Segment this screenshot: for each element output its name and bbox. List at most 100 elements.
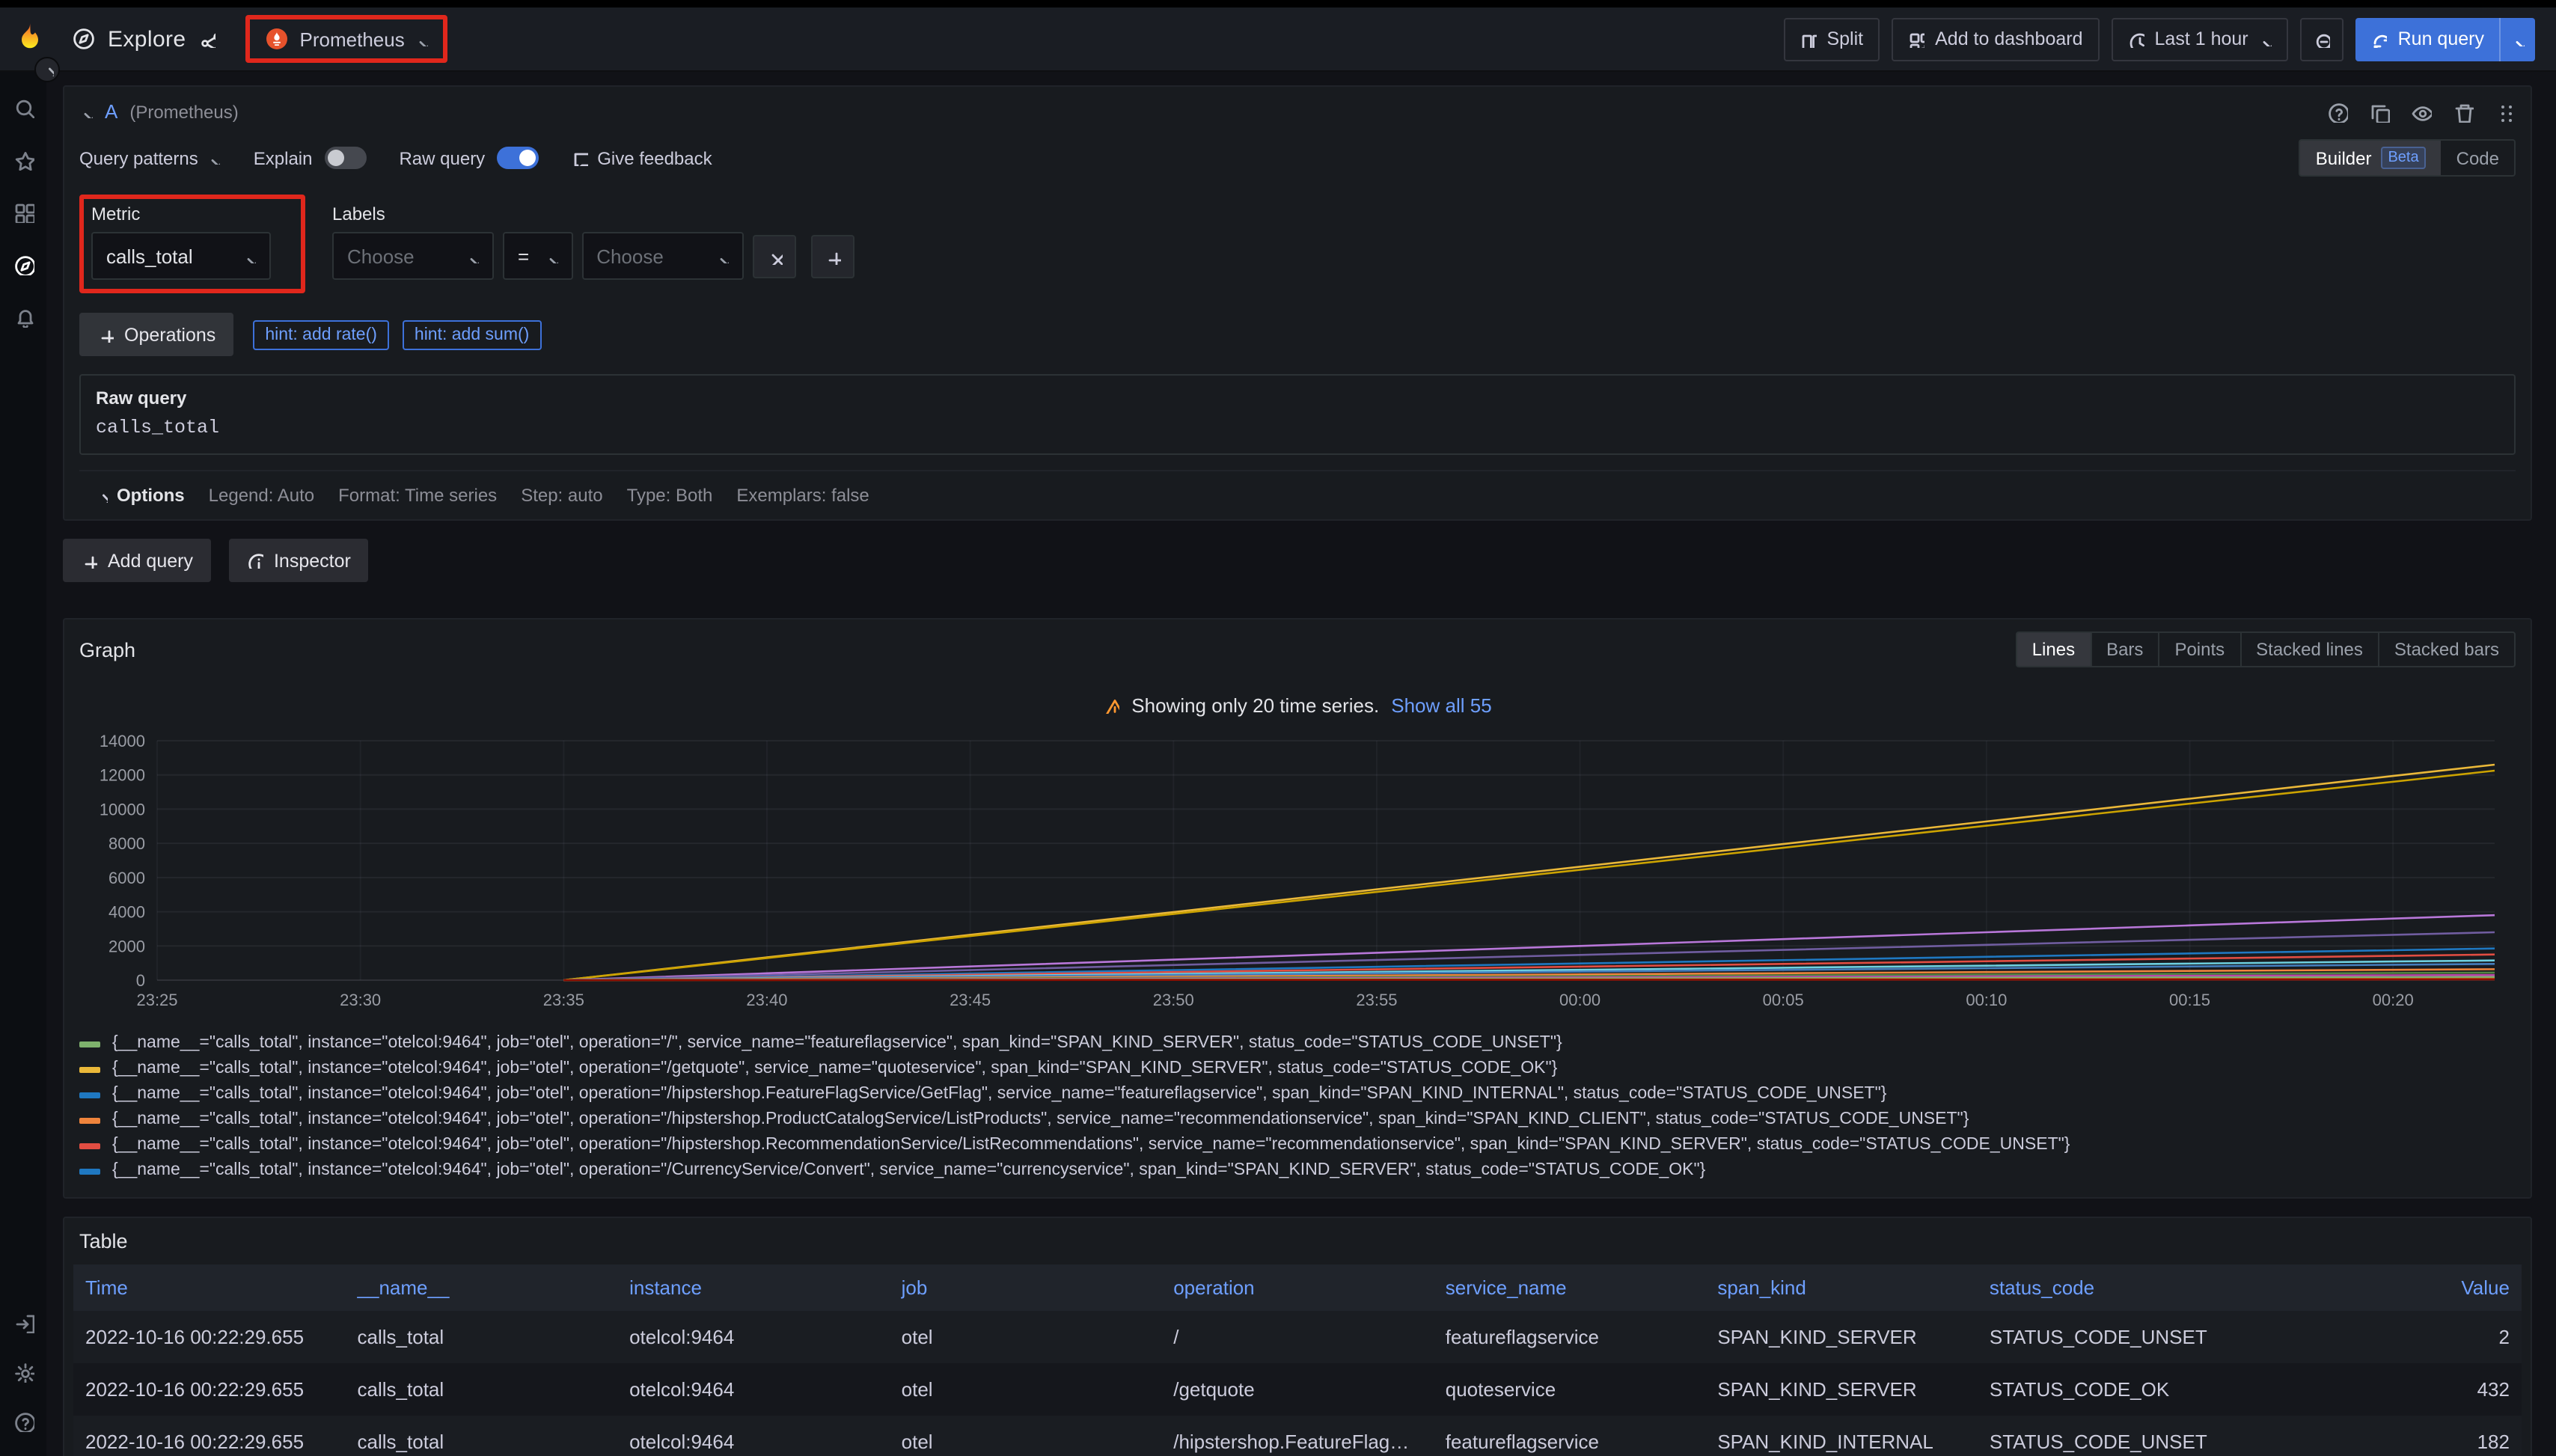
sidebar-item-explore[interactable] bbox=[13, 254, 34, 275]
code-mode-button[interactable]: Code bbox=[2442, 141, 2514, 175]
table-cell: 2022-10-16 00:22:29.655 bbox=[73, 1311, 346, 1363]
sidebar-item-configuration[interactable] bbox=[13, 1362, 34, 1383]
graph-mode-lines[interactable]: Lines bbox=[2017, 633, 2090, 666]
sidebar-item-alerting[interactable] bbox=[13, 307, 34, 328]
add-query-button[interactable]: Add query bbox=[63, 539, 211, 582]
legend-item[interactable]: {__name__="calls_total", instance="otelc… bbox=[79, 1160, 2516, 1182]
series-line bbox=[563, 979, 2495, 980]
run-query-dropdown[interactable] bbox=[2499, 17, 2535, 61]
graph-mode-points[interactable]: Points bbox=[2158, 633, 2239, 666]
table-column-header[interactable]: operation bbox=[1161, 1264, 1434, 1311]
table-row: 2022-10-16 00:22:29.655calls_totalotelco… bbox=[73, 1311, 2522, 1363]
collapse-chevron-icon[interactable] bbox=[79, 105, 93, 118]
time-range-picker[interactable]: Last 1 hour bbox=[2112, 17, 2289, 61]
builder-mode-button[interactable]: Builder Beta bbox=[2301, 141, 2442, 175]
drag-handle[interactable] bbox=[2495, 101, 2516, 122]
grafana-logo[interactable] bbox=[12, 21, 48, 57]
raw-query-toggle-group: Raw query bbox=[399, 147, 539, 169]
sync-icon bbox=[2371, 31, 2388, 47]
legend-item[interactable]: {__name__="calls_total", instance="otelc… bbox=[79, 1033, 2516, 1055]
metric-select[interactable]: calls_total bbox=[91, 232, 271, 280]
remove-query-button[interactable] bbox=[2453, 101, 2474, 122]
table-column-header[interactable]: Time bbox=[73, 1264, 346, 1311]
graph-mode-stacked-lines[interactable]: Stacked lines bbox=[2239, 633, 2378, 666]
hide-response-button[interactable] bbox=[2411, 101, 2432, 122]
sidebar-expand-button[interactable] bbox=[34, 57, 60, 82]
table-cell: featureflagservice bbox=[1434, 1311, 1706, 1363]
table-cell: / bbox=[1161, 1311, 1434, 1363]
time-range-label: Last 1 hour bbox=[2155, 28, 2248, 49]
zoom-out-icon bbox=[2314, 31, 2331, 47]
legend-item[interactable]: {__name__="calls_total", instance="otelc… bbox=[79, 1109, 2516, 1131]
table-panel-header: Table bbox=[64, 1218, 2531, 1261]
info-circle-icon bbox=[247, 552, 263, 569]
datasource-picker[interactable]: Prometheus bbox=[257, 22, 438, 55]
sidebar-item-starred[interactable] bbox=[13, 150, 34, 171]
label-operator-value: = bbox=[518, 245, 529, 267]
legend-item[interactable]: {__name__="calls_total", instance="otelc… bbox=[79, 1134, 2516, 1157]
legend-series-label: {__name__="calls_total", instance="otelc… bbox=[112, 1033, 1562, 1055]
time-series-plot[interactable]: 23:2523:3023:3523:4023:4523:5023:5500:00… bbox=[73, 723, 2519, 1019]
y-axis-tick-label: 6000 bbox=[108, 869, 145, 887]
label-value-select[interactable]: Choose bbox=[581, 232, 743, 280]
top-toolbar: Explore Prometheus bbox=[0, 7, 2556, 72]
add-operation-button[interactable]: Operations bbox=[79, 313, 233, 356]
legend-item[interactable]: {__name__="calls_total", instance="otelc… bbox=[79, 1083, 2516, 1106]
table-column-header[interactable]: service_name bbox=[1434, 1264, 1706, 1311]
prometheus-icon bbox=[266, 27, 290, 51]
graph-panel-header: Graph LinesBarsPointsStacked linesStacke… bbox=[64, 620, 2531, 676]
zoom-out-time-button[interactable] bbox=[2301, 17, 2344, 61]
graph-legend: {__name__="calls_total", instance="otelc… bbox=[64, 1024, 2531, 1197]
query-help-button[interactable] bbox=[2327, 101, 2348, 122]
graph-mode-bars[interactable]: Bars bbox=[2090, 633, 2158, 666]
give-feedback-button[interactable]: Give feedback bbox=[572, 147, 712, 168]
run-query-button[interactable]: Run query bbox=[2356, 17, 2535, 61]
label-key-select[interactable]: Choose bbox=[332, 232, 494, 280]
table-cell: STATUS_CODE_UNSET bbox=[1978, 1416, 2250, 1456]
table-column-header[interactable]: status_code bbox=[1978, 1264, 2250, 1311]
split-button[interactable]: Split bbox=[1783, 17, 1880, 61]
query-hint[interactable]: hint: add sum() bbox=[403, 319, 541, 349]
query-hint[interactable]: hint: add rate() bbox=[253, 319, 389, 349]
x-axis-tick-label: 23:25 bbox=[136, 991, 177, 1009]
x-axis-tick-label: 23:35 bbox=[543, 991, 584, 1009]
eye-icon bbox=[2411, 101, 2432, 122]
raw-query-toggle[interactable] bbox=[497, 147, 539, 169]
table-column-header[interactable]: Value bbox=[2249, 1264, 2522, 1311]
options-collapse-button[interactable]: Options bbox=[94, 485, 185, 506]
inspector-button[interactable]: Inspector bbox=[229, 539, 369, 582]
sidebar-item-sign-in[interactable] bbox=[13, 1312, 34, 1333]
sidebar-item-dashboards[interactable] bbox=[13, 202, 34, 223]
plus-icon bbox=[97, 326, 114, 343]
clock-icon bbox=[2128, 31, 2144, 47]
operations-row: Operations hint: add rate() hint: add sum… bbox=[79, 313, 2516, 356]
table-panel-title: Table bbox=[79, 1230, 128, 1252]
legend-series-label: {__name__="calls_total", instance="otelc… bbox=[112, 1134, 2070, 1157]
beta-badge: Beta bbox=[2380, 147, 2426, 169]
apps-icon bbox=[13, 202, 34, 223]
legend-item[interactable]: {__name__="calls_total", instance="otelc… bbox=[79, 1058, 2516, 1080]
table-column-header[interactable]: job bbox=[890, 1264, 1162, 1311]
sidebar-item-search[interactable] bbox=[13, 97, 34, 118]
table-column-header[interactable]: __name__ bbox=[346, 1264, 618, 1311]
duplicate-query-button[interactable] bbox=[2369, 101, 2390, 122]
sidebar-bottom-group bbox=[13, 1312, 34, 1432]
remove-label-filter-button[interactable] bbox=[752, 234, 795, 278]
x-axis-tick-label: 00:15 bbox=[2169, 991, 2210, 1009]
graph-mode-stacked-bars[interactable]: Stacked bars bbox=[2378, 633, 2514, 666]
table-column-header[interactable]: span_kind bbox=[1705, 1264, 1978, 1311]
table-cell: 432 bbox=[2249, 1363, 2522, 1416]
query-patterns-dropdown[interactable]: Query patterns bbox=[79, 147, 221, 168]
table-column-header[interactable]: instance bbox=[617, 1264, 890, 1311]
label-operator-select[interactable]: = bbox=[503, 232, 572, 280]
show-all-series-link[interactable]: Show all 55 bbox=[1391, 694, 1491, 717]
table-cell: SPAN_KIND_SERVER bbox=[1705, 1363, 1978, 1416]
series-line bbox=[563, 771, 2495, 980]
x-axis-tick-label: 00:10 bbox=[1966, 991, 2007, 1009]
add-label-filter-button[interactable] bbox=[810, 234, 854, 278]
add-to-dashboard-button[interactable]: Add to dashboard bbox=[1892, 17, 2099, 61]
share-shortened-link-button[interactable] bbox=[200, 31, 216, 47]
explain-toggle[interactable] bbox=[324, 147, 366, 169]
x-axis-tick-label: 00:00 bbox=[1559, 991, 1600, 1009]
sidebar-item-help[interactable] bbox=[13, 1411, 34, 1432]
